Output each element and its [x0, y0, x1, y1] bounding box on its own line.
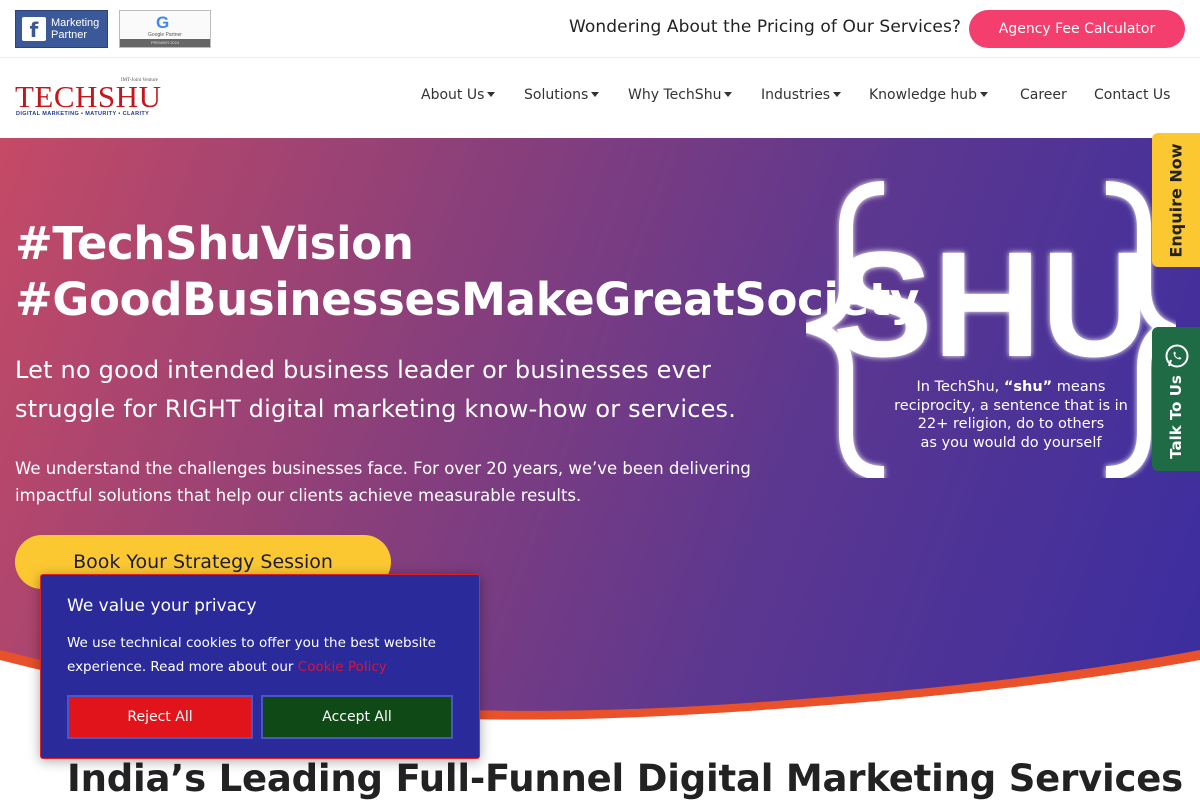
nav-item-label: Why TechShu [628, 87, 722, 103]
whatsapp-icon [1165, 344, 1189, 368]
google-partner-badge: G Google Partner PREMIER 2024 [119, 10, 211, 48]
shu-line1-bold: “shu” [1003, 379, 1053, 395]
nav-item-label: Career [1020, 87, 1067, 103]
cookie-consent-dialog: We value your privacy We use technical c… [40, 574, 480, 759]
cookie-policy-link[interactable]: Cookie Policy [298, 659, 387, 675]
shu-explanation: In TechShu, “shu” means reciprocity, a s… [836, 378, 1186, 452]
enquire-now-tab[interactable]: Enquire Now [1152, 133, 1200, 267]
nav-item-career[interactable]: Career [1020, 87, 1067, 103]
fb-badge-line1: Marketing [51, 17, 100, 29]
nav-item-label: Solutions [524, 87, 589, 103]
nav-item-label: About Us [421, 87, 485, 103]
cookie-title: We value your privacy [67, 596, 257, 616]
caret-down-icon [724, 91, 733, 97]
caret-down-icon [487, 91, 496, 97]
shu-word: SHU [833, 220, 1150, 388]
nav-item-label: Industries [761, 87, 831, 103]
nav-item-label: Knowledge hub [869, 87, 978, 103]
nav-item-industries[interactable]: Industries [761, 87, 842, 103]
services-heading: India’s Leading Full-Funnel Digital Mark… [67, 757, 1183, 800]
shu-line1-post: means [1052, 379, 1106, 395]
nav-item-contact-us[interactable]: Contact Us [1094, 87, 1170, 103]
shu-line3: 22+ religion, do to others [917, 416, 1105, 432]
caret-down-icon [833, 91, 842, 97]
facebook-f-icon: f [22, 17, 46, 42]
top-bar: f Marketing Partner G Google Partner PRE… [0, 0, 1200, 58]
google-badge-strip: PREMIER 2024 [120, 39, 210, 47]
agency-fee-calculator-button[interactable]: Agency Fee Calculator [969, 10, 1185, 48]
nav-item-label: Contact Us [1094, 87, 1171, 103]
shu-line4: as you would do yourself [920, 434, 1102, 451]
hero-heading-line1: #TechShuVision [15, 217, 414, 270]
fb-badge-text: Marketing Partner [51, 17, 99, 41]
google-g-icon: G [156, 13, 170, 32]
reject-all-button[interactable]: Reject All [67, 695, 253, 739]
cookie-body: We use technical cookies to offer you th… [67, 631, 462, 679]
nav-item-why-techshu[interactable]: Why TechShu [628, 87, 733, 103]
hero-heading-line2: #GoodBusinessesMakeGreatSociety [15, 273, 920, 326]
caret-down-icon [591, 91, 600, 97]
hero-lead: Let no good intended business leader or … [15, 356, 737, 423]
pricing-question: Wondering About the Pricing of Our Servi… [569, 17, 962, 37]
enquire-now-label: Enquire Now [1166, 142, 1186, 258]
accept-all-button[interactable]: Accept All [261, 695, 453, 739]
hero-subtext: We understand the challenges businesses … [15, 459, 751, 505]
fb-badge-line2: Partner [51, 29, 88, 41]
talk-to-us-label: Talk To Us [1167, 375, 1186, 459]
nav-menu: About Us Solutions Why TechShu Industrie… [0, 87, 1200, 107]
main-navbar: IMT-Joint Venture TECHSHU DIGITAL MARKET… [0, 58, 1200, 138]
shu-line1-pre: In TechShu, [916, 379, 1004, 395]
google-badge-sub: Google Partner [148, 32, 182, 38]
facebook-marketing-partner-badge: f Marketing Partner [15, 10, 108, 48]
shu-line2: reciprocity, a sentence that is in [894, 397, 1128, 414]
nav-item-about-us[interactable]: About Us [421, 87, 496, 103]
hero-heading: #TechShuVision #GoodBusinessesMakeGreatS… [15, 216, 920, 328]
caret-down-icon [980, 91, 989, 97]
nav-item-solutions[interactable]: Solutions [524, 87, 600, 103]
nav-item-knowledge-hub[interactable]: Knowledge hub [869, 87, 989, 103]
talk-to-us-label-wrap: Talk To Us [1152, 367, 1200, 467]
logo-tagline: DIGITAL MARKETING • MATURITY • CLARITY [16, 111, 150, 117]
talk-to-us-tab[interactable]: Talk To Us [1152, 327, 1200, 471]
